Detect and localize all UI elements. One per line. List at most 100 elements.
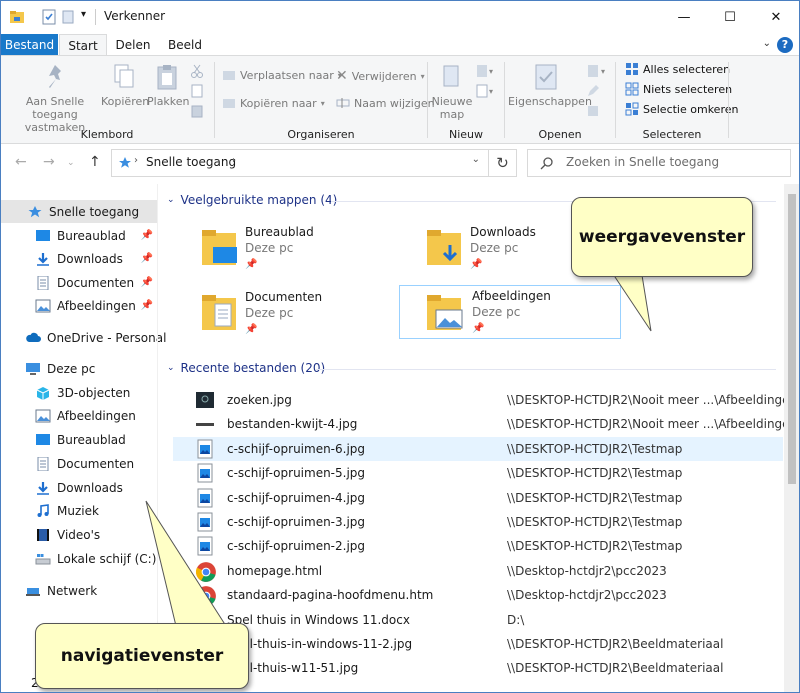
tab-start[interactable]: Start [59,34,107,56]
image-file-icon [195,414,215,434]
easy-access-icon[interactable]: ▾ [475,84,495,98]
cut-icon[interactable] [190,64,204,78]
recent-file-row[interactable]: Spel-thuis-in-windows-11-2.jpg \\DESKTOP-… [173,632,783,656]
frequent-folder-bureaublad[interactable]: Bureaublad Deze pc 📌 [199,223,419,279]
recent-file-path: \\DESKTOP-HCTDJR2\Nooit meer ...\Afbeeld… [507,417,798,432]
nav-pc-downloads[interactable]: Downloads [1,476,157,499]
pin-quick-access-button[interactable]: Aan Snelle toegang vastmaken [7,62,103,134]
tab-delen[interactable]: Delen [109,34,157,56]
qat-dropdown[interactable]: ▾ [81,9,86,20]
nav-this-pc[interactable]: Deze pc [1,357,157,380]
up-arrow-icon[interactable]: ↑ [89,154,101,170]
address-dropdown-icon[interactable]: ⌄ [472,154,480,165]
download-icon [37,252,49,266]
copy-path-icon[interactable] [190,84,204,98]
dropdown-arrow-icon: ▾ [320,98,325,108]
nav-pc-afbeeldingen[interactable]: Afbeeldingen [1,404,157,427]
scrollbar-thumb[interactable] [788,194,796,484]
document-icon [37,456,49,471]
nav-quick-afbeeldingen[interactable]: Afbeeldingen 📌 [1,294,157,317]
network-icon [26,587,40,596]
nav-pc-muziek[interactable]: Muziek [1,499,157,522]
close-button[interactable]: ✕ [753,1,799,34]
maximize-button[interactable]: ☐ [707,1,753,34]
frequent-folder-afbeeldingen[interactable]: Afbeeldingen Deze pc 📌 [399,285,621,339]
nav-pc-bureaublad[interactable]: Bureaublad [1,428,157,451]
nav-onedrive[interactable]: OneDrive - Personal [1,326,166,349]
select-all-button[interactable]: Alles selecteren [625,62,730,76]
copy-button[interactable]: Kopiëren [101,62,150,108]
back-arrow-icon[interactable]: ← [15,154,27,170]
properties-button[interactable]: Eigenschappen [508,62,592,108]
recent-file-row[interactable]: Spel thuis in Windows 11.docx D:\ [173,608,783,632]
copy-label: Kopiëren [101,95,150,108]
move-to-button[interactable]: Verplaatsen naar ▾ [222,68,342,82]
address-bar[interactable]: › Snelle toegang › ⌄ [111,149,489,177]
image-file-icon [195,536,215,556]
forward-arrow-icon[interactable]: → [43,154,55,170]
help-icon[interactable]: ? [777,37,793,53]
ribbon-separator [615,62,616,138]
new-folder-button[interactable]: Nieuwe map [429,62,475,121]
recent-file-path: D:\ [507,612,525,627]
delete-label: Verwijderen [351,69,417,83]
invert-selection-button[interactable]: Selectie omkeren [625,102,738,116]
recent-file-row[interactable]: standaard-pagina-hoofdmenu.htm \\Desktop-… [173,583,783,607]
copy-to-button[interactable]: Kopiëren naar ▾ [222,96,325,110]
recent-file-row[interactable]: c-schijf-opruimen-3.jpg \\DESKTOP-HCTDJR2… [173,510,783,534]
nav-pane-divider[interactable] [157,184,158,692]
search-input[interactable]: Zoeken in Snelle toegang [566,155,719,169]
desktop-icon [36,433,50,445]
nav-label: Deze pc [47,361,96,376]
edit-icon[interactable] [586,84,600,98]
chevron-down-icon[interactable]: ⌄ [763,38,771,49]
recent-file-row[interactable]: c-schijf-opruimen-2.jpg \\DESKTOP-HCTDJR2… [173,534,783,558]
open-icon[interactable]: ▾ [586,64,608,78]
pin-icon: 📌 [245,324,258,335]
folder-location: Deze pc [245,241,294,255]
recent-files-header[interactable]: ⌄ Recente bestanden (20) [167,361,325,375]
frequent-folder-documenten[interactable]: Documenten Deze pc 📌 [199,288,419,344]
nav-quick-bureaublad[interactable]: Bureaublad 📌 [1,224,157,247]
recent-file-row[interactable]: c-schijf-opruimen-4.jpg \\DESKTOP-HCTDJR2… [173,486,783,510]
new-item-icon[interactable]: ▾ [475,64,495,78]
recent-locations-icon[interactable]: ⌄ [67,158,75,168]
select-none-button[interactable]: Niets selecteren [625,82,732,96]
ribbon-separator [728,62,729,138]
paste-button[interactable]: Plakken [147,62,190,108]
recent-file-row[interactable]: homepage.html \\Desktop-hctdjr2\pcc2023 [173,559,783,583]
nav-network[interactable]: Netwerk [1,579,157,602]
tab-bestand[interactable]: Bestand [1,34,58,56]
new-folder-qat-icon[interactable] [61,9,77,25]
recent-file-row[interactable]: c-schijf-opruimen-6.jpg \\DESKTOP-HCTDJR2… [173,436,783,461]
history-icon[interactable] [586,104,600,118]
recent-file-row[interactable]: bestanden-kwijt-4.jpg \\DESKTOP-HCTDJR2\N… [173,412,797,436]
nav-pc-documenten[interactable]: Documenten [1,452,157,475]
nav-quick-access[interactable]: Snelle toegang [1,200,157,223]
nav-quick-downloads[interactable]: Downloads 📌 [1,247,157,270]
svg-text:▾: ▾ [489,67,493,76]
recent-file-path: \\DESKTOP-HCTDJR2\Testmap [507,466,683,481]
recent-file-name: c-schijf-opruimen-6.jpg [227,441,366,456]
nav-pc-videos[interactable]: Video's [1,523,157,546]
recent-file-path: \\Desktop-hctdjr2\pcc2023 [507,588,667,603]
nav-quick-documenten[interactable]: Documenten 📌 [1,271,157,294]
computer-icon [26,362,40,375]
minimize-button[interactable]: — [661,1,707,34]
paste-shortcut-icon[interactable] [190,104,204,118]
recent-file-row[interactable]: c-schijf-opruimen-5.jpg \\DESKTOP-HCTDJR2… [173,461,783,485]
star-icon [119,157,131,168]
refresh-button[interactable]: ↻ [489,149,517,177]
recent-file-row[interactable]: zoeken.jpg \\DESKTOP-HCTDJR2\Nooit meer .… [173,388,797,412]
nav-pc-3d-objecten[interactable]: 3D-objecten [1,381,157,404]
new-folder-icon [443,65,459,87]
delete-button[interactable]: ✕ Verwijderen ▾ [336,68,425,84]
properties-icon[interactable] [41,9,57,25]
rename-button[interactable]: Naam wijzigen [336,96,435,110]
content-scrollbar[interactable] [784,184,799,692]
frequent-folders-header[interactable]: ⌄ Veelgebruikte mappen (4) [167,193,337,207]
tab-beeld[interactable]: Beeld [161,34,209,56]
download-icon [37,481,49,495]
nav-pc-lokale-schijf[interactable]: Lokale schijf (C:) [1,547,157,570]
search-box[interactable]: Zoeken in Snelle toegang [527,149,791,177]
